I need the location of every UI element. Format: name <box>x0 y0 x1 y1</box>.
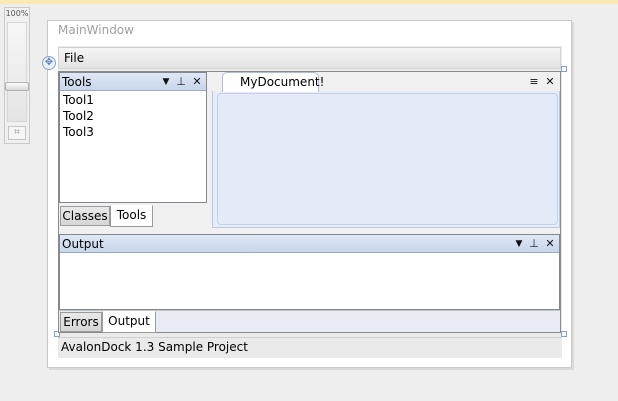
output-pane: Output ▼ ⊥ ✕ <box>59 234 560 310</box>
tools-pane-title: Tools <box>62 75 92 89</box>
zoom-level-label: 100% <box>5 9 29 18</box>
pin-icon[interactable]: ⊥ <box>174 74 188 90</box>
output-pane-header[interactable]: Output ▼ ⊥ ✕ <box>60 235 559 253</box>
move-handle-icon[interactable]: ✥ <box>42 56 56 70</box>
zoom-slider-track[interactable] <box>7 22 27 122</box>
document-list-icon[interactable]: ≡ <box>527 74 541 90</box>
zoom-fit-icon[interactable]: ⌗ <box>8 126 26 140</box>
output-pane-title: Output <box>62 237 104 251</box>
zoom-slider-thumb[interactable] <box>5 82 29 91</box>
selection-handle-top-right[interactable] <box>561 66 567 72</box>
output-close-icon[interactable]: ✕ <box>543 236 557 252</box>
tools-pane-header[interactable]: Tools ▼ ⊥ ✕ <box>60 73 206 91</box>
list-item[interactable]: Tool3 <box>63 124 94 140</box>
status-text: AvalonDock 1.3 Sample Project <box>61 340 248 354</box>
tab-output[interactable]: Output <box>102 311 156 333</box>
menu-bar <box>58 47 561 69</box>
tab-tools[interactable]: Tools <box>110 205 153 227</box>
output-pin-icon[interactable]: ⊥ <box>527 236 541 252</box>
list-item[interactable]: Tool1 <box>63 92 94 108</box>
tab-classes[interactable]: Classes <box>60 206 110 226</box>
document-tab-label: MyDocument! <box>240 75 325 89</box>
dropdown-icon[interactable]: ▼ <box>159 74 173 90</box>
close-icon[interactable]: ✕ <box>190 74 204 90</box>
top-highlight-strip <box>0 0 618 4</box>
tab-errors[interactable]: Errors <box>60 312 102 332</box>
selection-handle-bottom-right[interactable] <box>561 331 567 337</box>
list-item[interactable]: Tool2 <box>63 108 94 124</box>
document-content[interactable] <box>217 93 558 225</box>
output-dropdown-icon[interactable]: ▼ <box>512 236 526 252</box>
menu-file[interactable]: File <box>64 50 84 66</box>
document-close-icon[interactable]: ✕ <box>543 74 557 90</box>
window-title: MainWindow <box>58 23 134 37</box>
